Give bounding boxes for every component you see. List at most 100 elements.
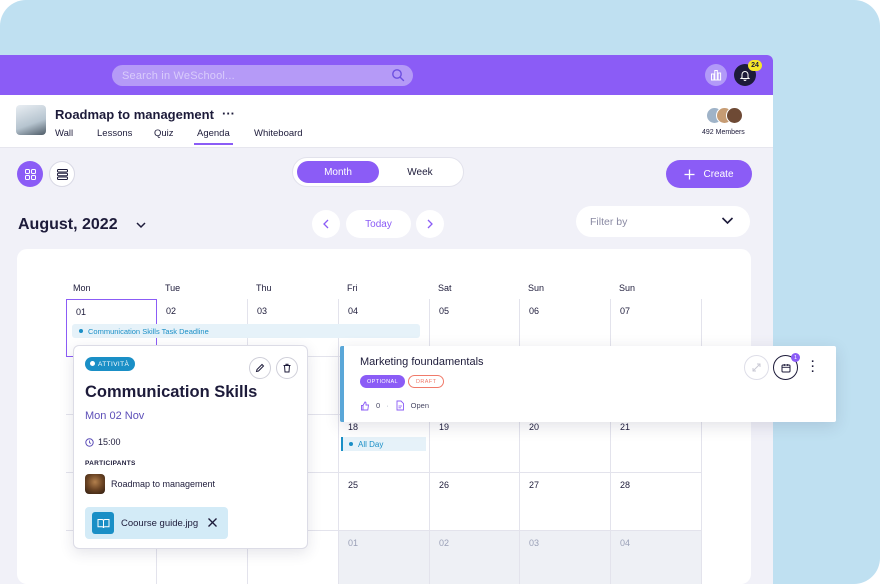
clock-icon — [85, 437, 94, 447]
grid-icon — [24, 168, 36, 180]
today-button[interactable]: Today — [346, 210, 411, 238]
month-view-tab[interactable]: Month — [297, 161, 379, 183]
avatar — [726, 107, 743, 124]
task-status: Open — [410, 401, 430, 410]
day-number: 27 — [529, 480, 540, 490]
day-number: 25 — [348, 480, 359, 490]
day-number: 07 — [620, 306, 631, 316]
day-number: 18 — [348, 422, 359, 432]
participants-label: PARTICIPANTS — [85, 460, 136, 467]
day-number: 28 — [620, 480, 631, 490]
event-popup: ATTIVITÀ Communication Skills Mon 02 Nov… — [73, 345, 308, 549]
calendar-day-cell[interactable]: 19 — [430, 415, 520, 473]
draft-tag: DRAFT — [408, 375, 445, 388]
participant-name: Roadmap to management — [111, 479, 216, 489]
attachment-name: Coourse guide.jpg — [121, 517, 199, 529]
meta-separator: · — [386, 401, 389, 410]
create-button[interactable]: Create — [666, 160, 752, 188]
day-number: 05 — [439, 306, 450, 316]
calendar-day-cell[interactable]: 26 — [430, 473, 520, 531]
calendar-count-badge: 1 — [791, 353, 800, 362]
calendar-day-cell[interactable]: 21 — [611, 415, 702, 473]
participant-item[interactable]: Roadmap to management — [85, 474, 215, 494]
grid-view-button[interactable] — [17, 161, 43, 187]
analytics-button[interactable] — [705, 64, 727, 86]
calendar-day-cell[interactable]: 27 — [520, 473, 611, 531]
document-icon — [396, 400, 404, 411]
activity-badge: ATTIVITÀ — [85, 357, 136, 371]
more-vertical-icon[interactable]: · · · — [810, 357, 816, 378]
prev-month-button[interactable] — [312, 210, 340, 238]
day-number: 01 — [76, 307, 87, 317]
members-count: 492 Members — [702, 129, 745, 136]
day-number: 02 — [166, 306, 177, 316]
month-title: August, 2022 — [18, 216, 118, 233]
weekday-label: Fri — [347, 283, 358, 293]
calendar-day-cell[interactable]: 04 — [611, 531, 702, 584]
notification-badge: 24 — [748, 60, 762, 71]
tab-wall[interactable]: Wall — [55, 128, 73, 139]
create-label: Create — [703, 168, 734, 180]
list-icon — [56, 168, 68, 180]
move-button[interactable] — [744, 355, 769, 380]
event-date: Mon 02 Nov — [85, 410, 145, 422]
weekday-label: Sun — [619, 283, 636, 293]
attachment-chip[interactable]: Coourse guide.jpg — [85, 507, 228, 539]
weekday-label: Tue — [165, 283, 181, 293]
more-options-button[interactable]: ··· — [222, 106, 235, 121]
day-number: 20 — [529, 422, 540, 432]
participant-avatar — [85, 474, 105, 494]
optional-tag: OPTIONAL — [360, 375, 406, 388]
search-icon — [392, 69, 405, 82]
calendar-day-cell[interactable]: 02 — [430, 531, 520, 584]
event-all-day[interactable]: All Day — [341, 437, 426, 451]
search-input[interactable]: Search in WeSchool... — [112, 65, 413, 86]
day-number: 03 — [257, 306, 268, 316]
group-title: Roadmap to management — [55, 107, 214, 122]
chevron-left-icon — [323, 219, 329, 229]
day-number: 21 — [620, 422, 631, 432]
next-month-button[interactable] — [416, 210, 444, 238]
calendar-day-cell[interactable]: 25 — [339, 473, 430, 531]
close-icon[interactable] — [207, 517, 218, 528]
calendar-day-cell[interactable]: 20 — [520, 415, 611, 473]
top-bar: Search in WeSchool... 24 — [0, 55, 773, 95]
trash-icon — [283, 363, 291, 373]
bell-icon — [739, 71, 751, 81]
chevron-down-icon — [721, 217, 734, 225]
arrows-icon — [752, 363, 761, 372]
book-icon — [92, 512, 114, 534]
day-number: 04 — [348, 306, 359, 316]
edit-button[interactable] — [249, 357, 271, 379]
day-number: 02 — [439, 538, 450, 548]
reaction-count: 0 — [376, 401, 381, 410]
event-bar-deadline[interactable]: Communication Skills Task Deadline — [72, 324, 420, 338]
calendar-day-cell[interactable]: 01 — [339, 531, 430, 584]
tab-lessons[interactable]: Lessons — [97, 128, 132, 139]
task-card[interactable]: Marketing foundamentals OPTIONAL DRAFT 0… — [340, 346, 836, 422]
day-number: 26 — [439, 480, 450, 490]
weekday-label: Mon — [73, 283, 91, 293]
day-number: 19 — [439, 422, 450, 432]
view-switcher: Month Week — [292, 157, 464, 187]
filter-dropdown[interactable]: Filter by — [576, 206, 750, 237]
chevron-right-icon — [427, 219, 433, 229]
delete-button[interactable] — [276, 357, 298, 379]
event-time-value: 15:00 — [98, 437, 121, 447]
day-number: 06 — [529, 306, 540, 316]
filter-placeholder: Filter by — [590, 215, 628, 228]
tab-quiz[interactable]: Quiz — [154, 128, 174, 139]
calendar-day-cell[interactable]: 03 — [520, 531, 611, 584]
list-view-button[interactable] — [49, 161, 75, 187]
calendar-icon — [781, 363, 790, 372]
chevron-down-icon[interactable] — [135, 221, 147, 229]
calendar-day-cell[interactable]: 28 — [611, 473, 702, 531]
week-view-tab[interactable]: Week — [381, 161, 459, 183]
thumbs-up-icon — [361, 401, 370, 410]
tab-whiteboard[interactable]: Whiteboard — [254, 128, 303, 139]
tab-agenda[interactable]: Agenda — [194, 128, 233, 145]
task-title: Marketing foundamentals — [360, 356, 484, 368]
plus-icon — [684, 169, 695, 179]
day-number: 03 — [529, 538, 540, 548]
weekday-label: Sun — [528, 283, 545, 293]
